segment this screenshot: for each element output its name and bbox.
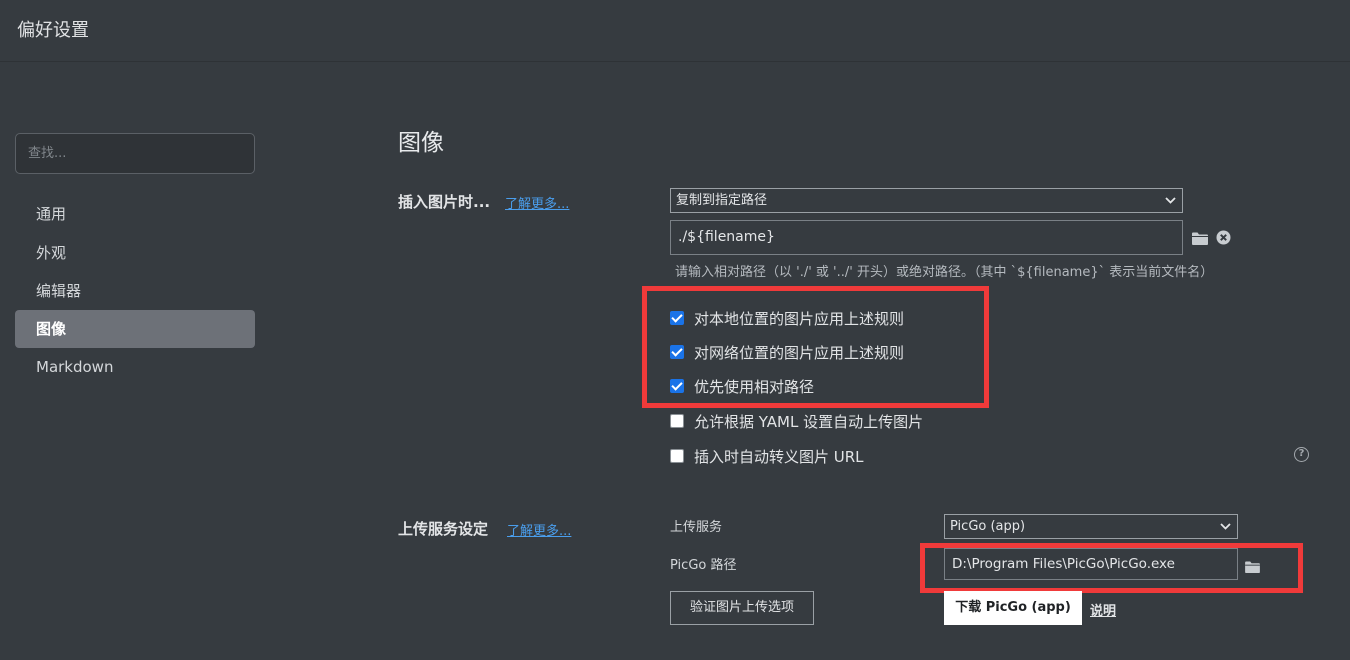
upload-settings-label: 上传服务设定 [398,520,489,538]
option-label: 插入时自动转义图片 URL [694,447,864,466]
page-title: 图像 [398,130,444,156]
image-path-input[interactable]: ./${filename} [670,220,1183,255]
download-picgo-button[interactable]: 下载 PicGo (app) [944,591,1082,625]
sidebar-item-markdown[interactable]: Markdown [15,348,255,386]
option-escape-url[interactable]: 插入时自动转义图片 URL [670,445,864,467]
highlight-box [920,543,1303,593]
highlight-box [642,286,989,408]
insert-learn-more-link[interactable]: 了解更多... [505,193,569,212]
window-title: 偏好设置 [17,20,89,41]
option-yaml-upload[interactable]: 允许根据 YAML 设置自动上传图片 [670,410,923,432]
upload-service-value: PicGo (app) [950,519,1026,534]
chevron-down-icon [1220,515,1231,546]
picgo-path-label: PicGo 路径 [670,558,737,573]
checkbox-unchecked-icon[interactable] [670,449,684,463]
upload-service-label: 上传服务 [670,520,723,535]
folder-icon[interactable] [1192,230,1208,249]
clear-icon[interactable] [1216,230,1231,249]
sidebar-item-image[interactable]: 图像 [15,310,255,348]
insert-image-label: 插入图片时... [398,193,491,211]
option-label: 允许根据 YAML 设置自动上传图片 [694,412,924,431]
insert-mode-value: 复制到指定路径 [676,193,768,208]
title-bar: 偏好设置 [0,0,1350,62]
insert-mode-select[interactable]: 复制到指定路径 [670,188,1183,213]
explain-link[interactable]: 说明 [1090,600,1116,619]
upload-learn-more-link[interactable]: 了解更多... [507,520,571,539]
sidebar-item-appearance[interactable]: 外观 [15,234,255,272]
chevron-down-icon [1165,189,1176,220]
checkbox-unchecked-icon[interactable] [670,414,684,428]
path-hint: 请输入相对路径（以 './' 或 '../' 开头）或绝对路径。（其中 `${f… [675,265,1214,280]
search-input[interactable] [15,133,255,174]
verify-upload-button[interactable]: 验证图片上传选项 [670,591,814,625]
sidebar-item-editor[interactable]: 编辑器 [15,272,255,310]
sidebar-item-general[interactable]: 通用 [15,195,255,233]
help-icon[interactable]: ? [1294,447,1309,462]
upload-service-select[interactable]: PicGo (app) [944,514,1238,539]
